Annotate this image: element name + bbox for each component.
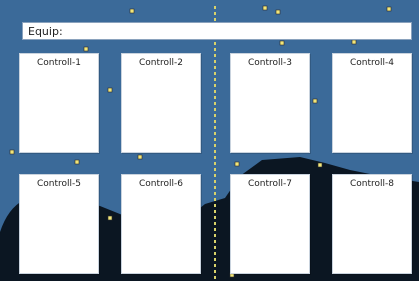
equip-field[interactable]: Equip: (22, 22, 412, 40)
control-panel-label: Controll-8 (349, 179, 394, 189)
map-canvas[interactable]: Equip: Controll-1 Controll-2 Controll-3 … (0, 0, 419, 281)
control-panel-label: Controll-3 (247, 58, 292, 68)
control-panel-2[interactable]: Controll-2 (121, 53, 201, 153)
control-panel-3[interactable]: Controll-3 (230, 53, 310, 153)
control-panel-6[interactable]: Controll-6 (121, 174, 201, 274)
control-panel-label: Controll-5 (36, 179, 81, 189)
control-panel-label: Controll-6 (138, 179, 183, 189)
control-panel-5[interactable]: Controll-5 (19, 174, 99, 274)
control-panel-7[interactable]: Controll-7 (230, 174, 310, 274)
control-panel-label: Controll-1 (36, 58, 81, 68)
equip-label: Equip: (28, 25, 63, 38)
control-panel-label: Controll-7 (247, 179, 292, 189)
control-panel-label: Controll-4 (349, 58, 394, 68)
control-panel-label: Controll-2 (138, 58, 183, 68)
control-panel-4[interactable]: Controll-4 (332, 53, 412, 153)
control-panel-8[interactable]: Controll-8 (332, 174, 412, 274)
control-panel-1[interactable]: Controll-1 (19, 53, 99, 153)
